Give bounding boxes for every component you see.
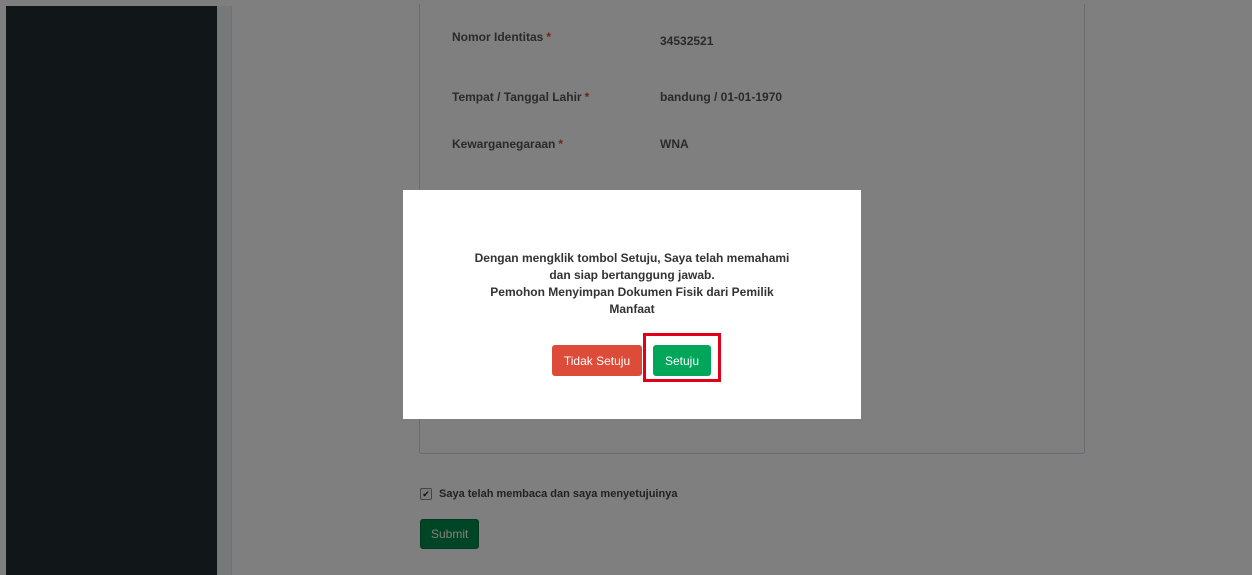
modal-message-line: Pemohon Menyimpan Dokumen Fisik dari Pem… <box>490 285 774 299</box>
modal-message-line: Dengan mengklik tombol Setuju, Saya tela… <box>474 251 790 265</box>
disagree-button[interactable]: Tidak Setuju <box>552 345 642 376</box>
confirmation-modal: Dengan mengklik tombol Setuju, Saya tela… <box>403 190 861 419</box>
agree-button[interactable]: Setuju <box>653 345 711 376</box>
modal-message-line: Manfaat <box>609 302 655 316</box>
modal-message: Dengan mengklik tombol Setuju, Saya tela… <box>403 250 861 318</box>
modal-message-line: dan siap bertanggung jawab. <box>549 268 715 282</box>
